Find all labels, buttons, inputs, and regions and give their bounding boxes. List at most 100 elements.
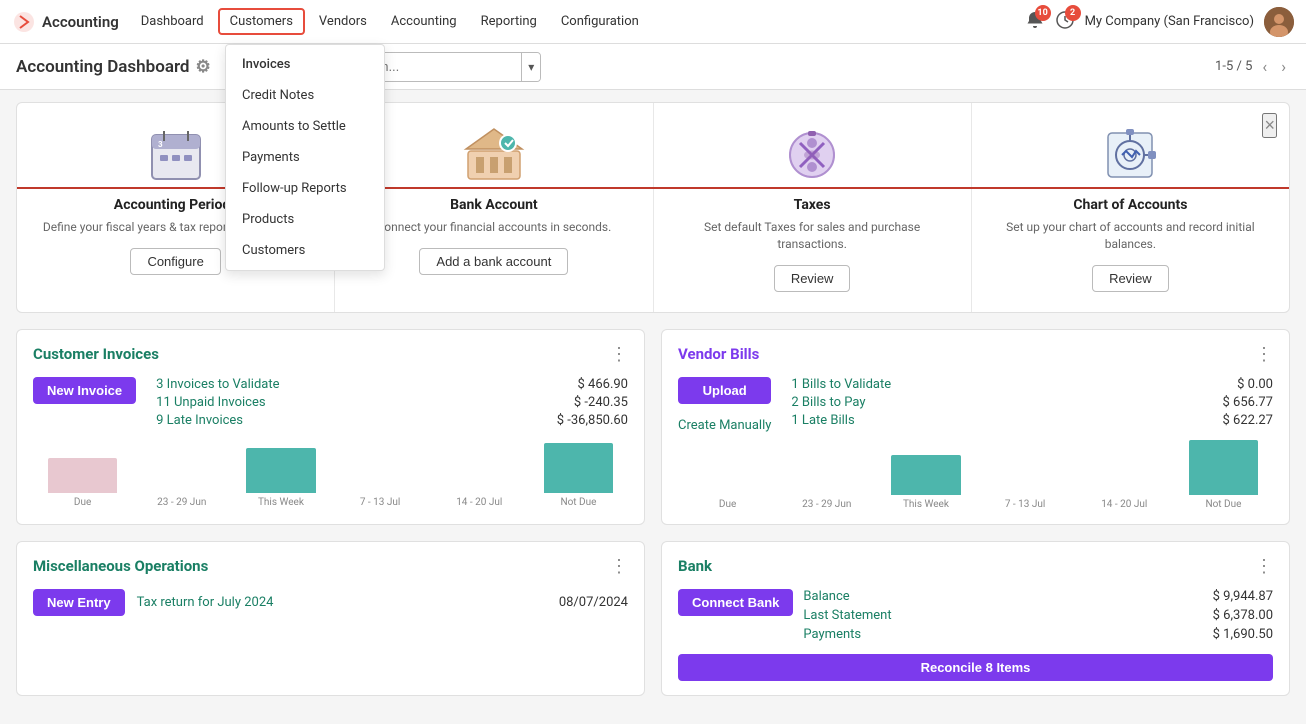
close-banner-btn[interactable]: × <box>1262 113 1277 138</box>
chart-of-accounts-title: Chart of Accounts <box>1073 197 1187 213</box>
misc-entry-link[interactable]: Tax return for July 2024 <box>137 595 547 610</box>
late-invoices-value: $ -36,850.60 <box>557 413 628 428</box>
dropdown-item-invoices[interactable]: Invoices <box>226 49 384 80</box>
stat-row-invoices-to-validate: 3 Invoices to Validate $ 466.90 <box>156 377 628 392</box>
connect-bank-btn[interactable]: Connect Bank <box>678 589 793 616</box>
nav-dashboard[interactable]: Dashboard <box>131 10 214 33</box>
page-title: Accounting Dashboard ⚙ <box>16 57 211 77</box>
pagination: 1-5 / 5 ‹ › <box>1215 57 1290 76</box>
vb-label-this-week: This Week <box>876 499 975 510</box>
chart-col-23-29jun <box>132 491 231 493</box>
nav-accounting[interactable]: Accounting <box>381 10 467 33</box>
taxes-desc: Set default Taxes for sales and purchase… <box>670 219 955 253</box>
dropdown-item-credit-notes[interactable]: Credit Notes <box>226 80 384 111</box>
misc-entry-date: 08/07/2024 <box>559 595 628 610</box>
bar-empty2 <box>345 491 414 493</box>
bank-card-header: Bank ⋮ <box>678 556 1273 577</box>
nav-configuration[interactable]: Configuration <box>551 10 649 33</box>
vendor-bills-card: Vendor Bills ⋮ Upload Create Manually 1 … <box>661 329 1290 525</box>
topnav-right-section: 10 2 My Company (San Francisco) <box>1025 7 1294 37</box>
upload-btn[interactable]: Upload <box>678 377 771 404</box>
stat-row-bills-to-pay: 2 Bills to Pay $ 656.77 <box>791 395 1273 410</box>
chart-review-btn[interactable]: Review <box>1092 265 1169 292</box>
late-bills-label[interactable]: 1 Late Bills <box>791 413 854 428</box>
vb-chart-col-not-due <box>1174 440 1273 495</box>
misc-operations-row: New Entry Tax return for July 2024 08/07… <box>33 589 628 616</box>
add-bank-account-btn[interactable]: Add a bank account <box>419 248 568 275</box>
configure-btn[interactable]: Configure <box>130 248 220 275</box>
bank-card-actions: Connect Bank Balance $ 9,944.87 Last Sta… <box>678 589 1273 646</box>
chart-label-23-29jun: 23 - 29 Jun <box>132 497 231 508</box>
nav-vendors[interactable]: Vendors <box>309 10 377 33</box>
next-page-btn[interactable]: › <box>1277 57 1290 76</box>
misc-operations-menu-icon[interactable]: ⋮ <box>610 556 628 577</box>
prev-page-btn[interactable]: ‹ <box>1258 57 1271 76</box>
customer-invoices-title: Customer Invoices <box>33 345 159 363</box>
vb-label-7-13jul: 7 - 13 Jul <box>976 499 1075 510</box>
reconcile-btn[interactable]: Reconcile 8 Items <box>678 654 1273 681</box>
app-logo[interactable]: Accounting <box>12 10 119 34</box>
chart-labels-vendor: Due 23 - 29 Jun This Week 7 - 13 Jul 14 … <box>678 499 1273 510</box>
bottom-cards: Miscellaneous Operations ⋮ New Entry Tax… <box>16 541 1290 696</box>
late-invoices-label[interactable]: 9 Late Invoices <box>156 413 243 428</box>
bank-payments-value: $ 1,690.50 <box>1213 627 1273 642</box>
vb-label-14-20jul: 14 - 20 Jul <box>1075 499 1174 510</box>
bank-card-menu-icon[interactable]: ⋮ <box>1255 556 1273 577</box>
dropdown-item-products[interactable]: Products <box>226 204 384 235</box>
customer-invoices-actions: New Invoice 3 Invoices to Validate $ 466… <box>33 377 628 431</box>
unpaid-invoices-label[interactable]: 11 Unpaid Invoices <box>156 395 265 410</box>
settings-gear-icon[interactable]: ⚙ <box>195 57 210 77</box>
top-navigation: Accounting Dashboard Customers Vendors A… <box>0 0 1306 44</box>
create-manually-link[interactable]: Create Manually <box>678 418 771 433</box>
dropdown-item-customers[interactable]: Customers <box>226 235 384 266</box>
bank-last-statement-value: $ 6,378.00 <box>1213 608 1273 623</box>
bills-to-pay-label[interactable]: 2 Bills to Pay <box>791 395 865 410</box>
nav-customers[interactable]: Customers <box>218 8 305 35</box>
notifications-icon[interactable]: 10 <box>1025 10 1045 34</box>
vendor-bills-actions: Upload Create Manually 1 Bills to Valida… <box>678 377 1273 433</box>
bank-balance-label[interactable]: Balance <box>803 589 849 604</box>
late-bills-value: $ 622.27 <box>1223 413 1274 428</box>
bank-last-statement-label[interactable]: Last Statement <box>803 608 891 623</box>
setup-item-chart-of-accounts: Chart of Accounts Set up your chart of a… <box>972 103 1289 312</box>
bank-icon <box>462 123 526 187</box>
dashboard-cards: Customer Invoices ⋮ New Invoice 3 Invoic… <box>16 329 1290 525</box>
bank-payments-label[interactable]: Payments <box>803 627 861 642</box>
clock-badge: 2 <box>1065 5 1081 21</box>
bar-thisweek-teal <box>246 448 315 493</box>
chart-label-due: Due <box>33 497 132 508</box>
chart-col-due <box>33 458 132 493</box>
stat-row-late-invoices: 9 Late Invoices $ -36,850.60 <box>156 413 628 428</box>
bills-to-validate-label[interactable]: 1 Bills to Validate <box>791 377 891 392</box>
nav-reporting[interactable]: Reporting <box>471 10 547 33</box>
bar-due-pink <box>48 458 117 493</box>
chart-label-not-due: Not Due <box>529 497 628 508</box>
new-invoice-btn[interactable]: New Invoice <box>33 377 136 404</box>
subheader: Accounting Dashboard ⚙ 🔍 Favorites × ▾ 1… <box>0 44 1306 90</box>
chart-label-this-week: This Week <box>231 497 330 508</box>
new-entry-btn[interactable]: New Entry <box>33 589 125 616</box>
dropdown-item-payments[interactable]: Payments <box>226 142 384 173</box>
clock-icon[interactable]: 2 <box>1055 10 1075 34</box>
bar-empty3 <box>445 491 514 493</box>
chart-labels-customer: Due 23 - 29 Jun This Week 7 - 13 Jul 14 … <box>33 497 628 508</box>
customer-invoices-menu-icon[interactable]: ⋮ <box>610 344 628 365</box>
search-dropdown-btn[interactable]: ▾ <box>521 52 540 82</box>
notification-count: 10 <box>1035 5 1051 21</box>
vendor-bills-menu-icon[interactable]: ⋮ <box>1255 344 1273 365</box>
chart-col-7-13jul <box>331 491 430 493</box>
customer-invoices-bars <box>33 443 628 493</box>
customer-invoices-chart: Due 23 - 29 Jun This Week 7 - 13 Jul 14 … <box>33 443 628 508</box>
taxes-review-btn[interactable]: Review <box>774 265 851 292</box>
invoices-to-validate-label[interactable]: 3 Invoices to Validate <box>156 377 279 392</box>
company-name[interactable]: My Company (San Francisco) <box>1085 14 1254 29</box>
main-content: × 3 Accounting Periods Define your fisca… <box>0 90 1306 724</box>
stat-row-bills-to-validate: 1 Bills to Validate $ 0.00 <box>791 377 1273 392</box>
dropdown-item-follow-up-reports[interactable]: Follow-up Reports <box>226 173 384 204</box>
chart-of-accounts-desc: Set up your chart of accounts and record… <box>988 219 1273 253</box>
stat-row-late-bills: 1 Late Bills $ 622.27 <box>791 413 1273 428</box>
customers-dropdown-menu: Invoices Credit Notes Amounts to Settle … <box>225 44 385 271</box>
bar-empty <box>147 491 216 493</box>
user-avatar[interactable] <box>1264 7 1294 37</box>
dropdown-item-amounts-to-settle[interactable]: Amounts to Settle <box>226 111 384 142</box>
